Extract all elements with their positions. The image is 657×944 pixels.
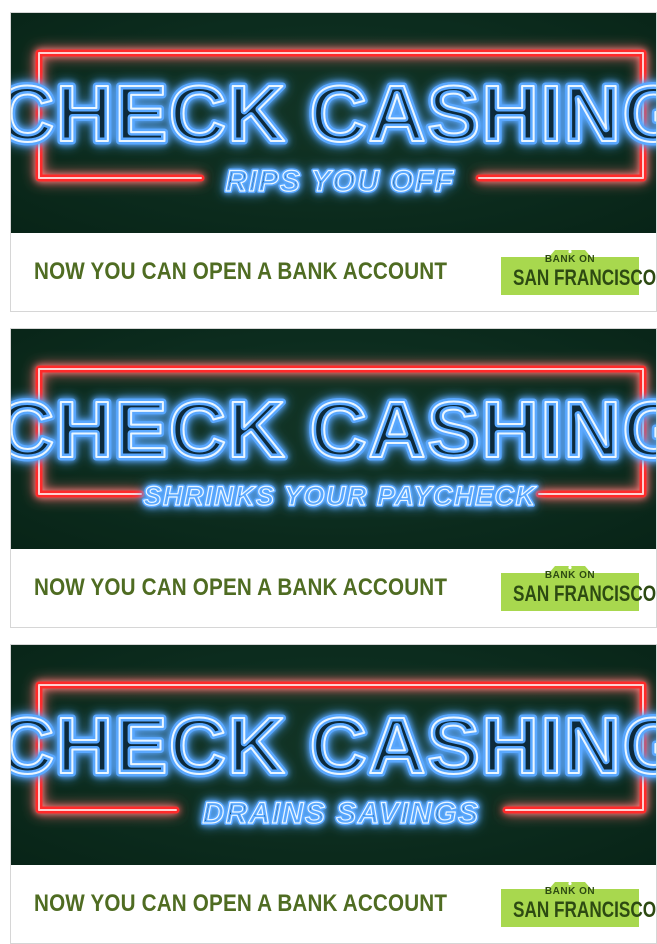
neon-sign-frame-icon: CHECK CASHING CHECK CASHING SHRINKS YOUR… xyxy=(11,365,656,513)
banner-tagline: NOW YOU CAN OPEN A BANK ACCOUNT xyxy=(34,258,448,285)
neon-sign-frame-icon: CHECK CASHING CHECK CASHING DRAINS SAVIN… xyxy=(11,681,656,832)
banner-tagline: NOW YOU CAN OPEN A BANK ACCOUNT xyxy=(34,890,448,917)
ad-banner-drains-savings: CHECK CASHING CHECK CASHING DRAINS SAVIN… xyxy=(10,644,657,944)
logo-main-line: SAN FRANCISCO xyxy=(513,897,657,922)
banner-title-core: CHECK CASHING xyxy=(11,385,656,474)
banner-footer: NOW YOU CAN OPEN A BANK ACCOUNT BANK ON … xyxy=(11,233,656,311)
neon-sign-frame-icon: CHECK CASHING CHECK CASHING RIPS YOU OFF… xyxy=(11,49,656,200)
logo-main-line: SAN FRANCISCO xyxy=(513,265,657,290)
ad-banner-shrinks-your-paycheck: CHECK CASHING CHECK CASHING SHRINKS YOUR… xyxy=(10,328,657,628)
banner-title-core: CHECK CASHING xyxy=(11,69,656,158)
banner-subtitle-core: DRAINS SAVINGS xyxy=(202,797,479,830)
banner-footer: NOW YOU CAN OPEN A BANK ACCOUNT BANK ON … xyxy=(11,865,656,943)
neon-sign-panel: CHECK CASHING CHECK CASHING DRAINS SAVIN… xyxy=(11,645,656,865)
bank-on-sf-logo: BANK ON SAN FRANCISCO xyxy=(497,247,657,299)
banner-subtitle-core: SHRINKS YOUR PAYCHECK xyxy=(143,481,537,511)
ad-banner-rips-you-off: CHECK CASHING CHECK CASHING RIPS YOU OFF… xyxy=(10,12,657,312)
banner-subtitle-core: RIPS YOU OFF xyxy=(225,165,454,198)
banner-footer: NOW YOU CAN OPEN A BANK ACCOUNT BANK ON … xyxy=(11,549,656,627)
bank-on-sf-logo: BANK ON SAN FRANCISCO xyxy=(497,563,657,615)
banner-title-core: CHECK CASHING xyxy=(11,701,656,790)
neon-sign-panel: CHECK CASHING CHECK CASHING SHRINKS YOUR… xyxy=(11,329,656,549)
logo-main-line: SAN FRANCISCO xyxy=(513,581,657,606)
neon-sign-panel: CHECK CASHING CHECK CASHING RIPS YOU OFF… xyxy=(11,13,656,233)
banner-tagline: NOW YOU CAN OPEN A BANK ACCOUNT xyxy=(34,574,448,601)
bank-on-sf-logo: BANK ON SAN FRANCISCO xyxy=(497,879,657,931)
